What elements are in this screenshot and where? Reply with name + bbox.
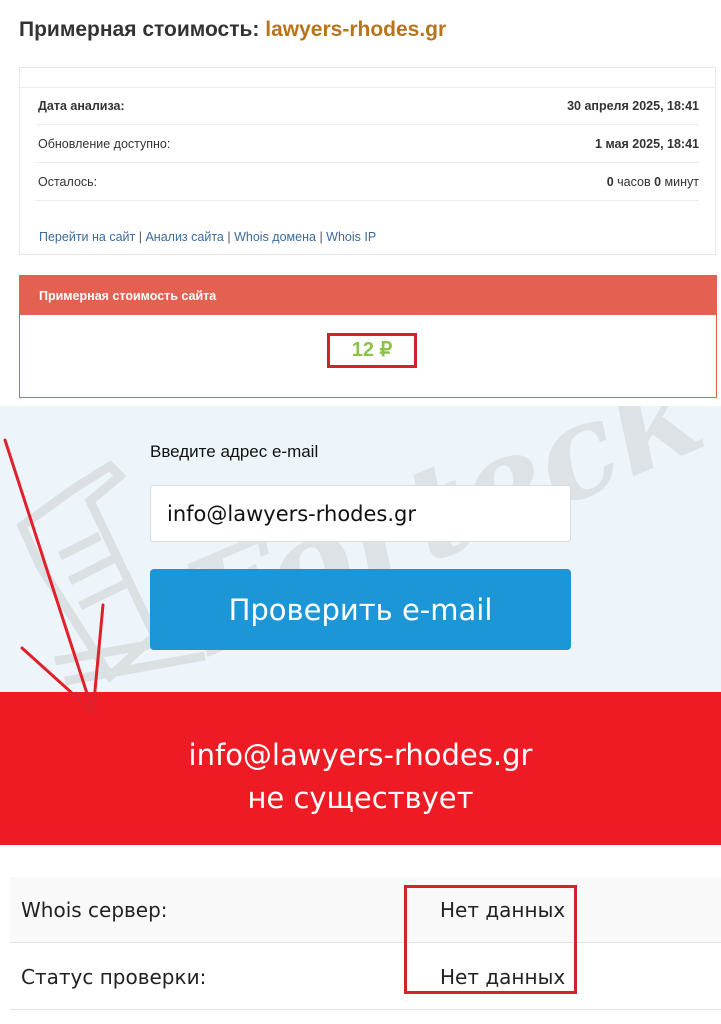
remaining-label: Осталось: (38, 175, 98, 189)
site-links: Перейти на сайт | Анализ сайта | Whois д… (39, 230, 376, 244)
result-email: info@lawyers-rhodes.gr (188, 738, 533, 772)
link-go-to-site[interactable]: Перейти на сайт (39, 230, 135, 244)
email-input-label: Введите адрес e-mail (150, 442, 319, 461)
whois-server-label: Whois сервер: (21, 898, 168, 922)
analysis-date-label: Дата анализа: (38, 99, 125, 113)
link-separator: | (319, 230, 323, 244)
link-site-analysis[interactable]: Анализ сайта (145, 230, 223, 244)
check-status-label: Статус проверки: (21, 965, 207, 989)
analysis-info-box: Дата анализа: 30 апреля 2025, 18:41 Обно… (19, 67, 716, 255)
remaining-value: 0 часов 0 минут (607, 175, 699, 189)
page-title: Примерная стоимость: lawyers-rhodes.gr (19, 18, 446, 42)
email-input[interactable] (150, 485, 571, 542)
update-available-label: Обновление доступно: (38, 137, 171, 151)
page-title-prefix: Примерная стоимость: (19, 18, 260, 41)
page-title-domain: lawyers-rhodes.gr (265, 18, 447, 41)
link-whois-domain[interactable]: Whois домена (234, 230, 316, 244)
result-status: не существует (247, 781, 474, 815)
update-available-value: 1 мая 2025, 18:41 (595, 137, 699, 151)
whois-server-row: Whois сервер: Нет данных (10, 877, 721, 943)
remaining-hours-unit: часов (617, 175, 651, 189)
check-status-row: Статус проверки: Нет данных (10, 944, 721, 1010)
remaining-minutes: 0 (654, 175, 662, 189)
analysis-date-value: 30 апреля 2025, 18:41 (567, 99, 699, 113)
remaining-minutes-unit: минут (664, 175, 699, 189)
remaining-row: Осталось: 0 часов 0 минут (36, 163, 699, 201)
link-whois-ip[interactable]: Whois IP (326, 230, 376, 244)
estimated-price-value: 12 ₽ (327, 333, 417, 368)
estimated-price-panel: Примерная стоимость сайта 12 ₽ (19, 275, 717, 398)
email-result-banner: info@lawyers-rhodes.gr не существует (0, 692, 721, 845)
update-available-row: Обновление доступно: 1 мая 2025, 18:41 (36, 125, 699, 163)
estimated-price-title: Примерная стоимость сайта (20, 276, 716, 315)
link-separator: | (227, 230, 231, 244)
link-separator: | (138, 230, 142, 244)
analysis-date-row: Дата анализа: 30 апреля 2025, 18:41 (36, 87, 699, 125)
check-email-button[interactable]: Проверить e-mail (150, 569, 571, 650)
email-check-section: Forteck Введите адрес e-mail Проверить e… (0, 406, 721, 692)
remaining-hours: 0 (606, 175, 614, 189)
no-data-highlight (404, 885, 577, 994)
